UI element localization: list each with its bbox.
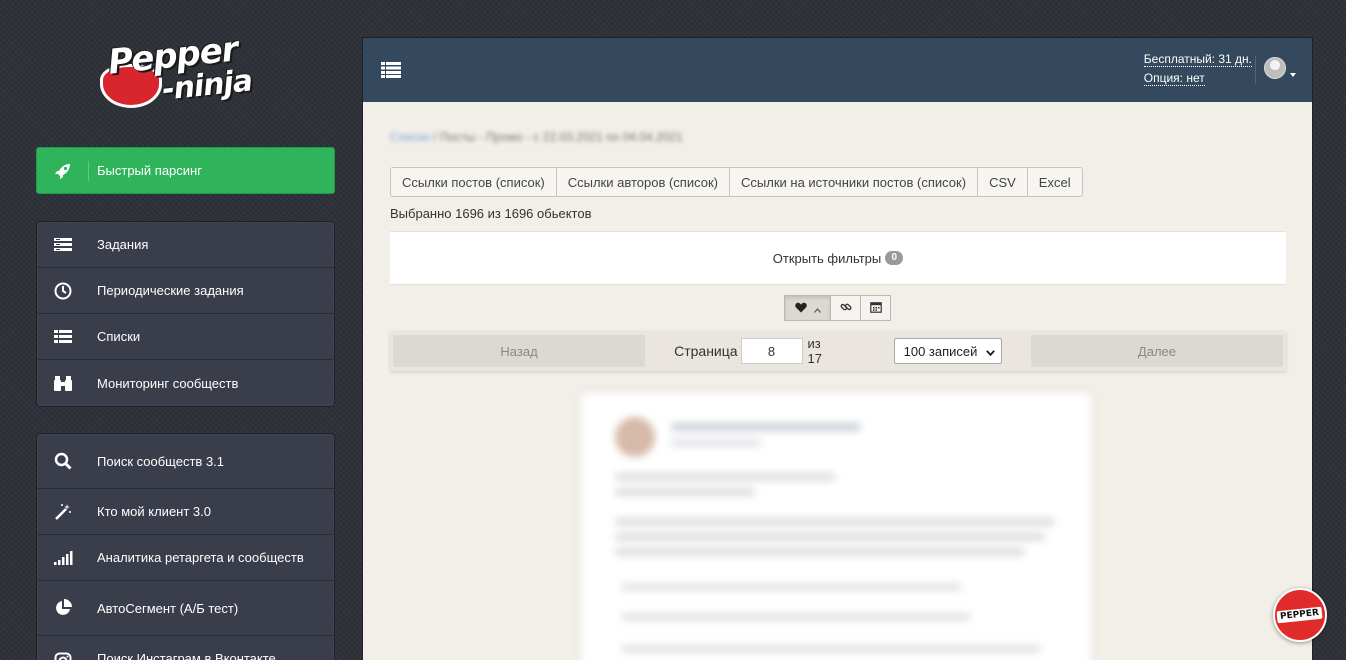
sidebar-item-periodic-tasks[interactable]: Периодические задания (37, 268, 334, 314)
post-line (615, 473, 835, 481)
next-page-button[interactable]: Далее (1030, 335, 1284, 367)
post-line (615, 518, 1055, 526)
sidebar-item-label: Списки (97, 329, 141, 344)
rocket-icon (37, 160, 89, 181)
post-line (615, 548, 1025, 556)
page-size-value: 100 записей (903, 343, 978, 359)
plan-info: Бесплатный: 31 дн. Опция: нет (1143, 50, 1252, 88)
sidebar-item-community-search[interactable]: Поиск сообществ 3.1 (37, 434, 334, 489)
sidebar-item-label: Мониторинг сообществ (97, 375, 239, 391)
breadcrumb-link[interactable]: Списки (390, 130, 430, 144)
list-icon (37, 327, 89, 347)
post-line (671, 423, 861, 431)
caret-down-icon[interactable] (1290, 73, 1296, 77)
sidebar-group-tools: Поиск сообществ 3.1 Кто мой клиент 3.0 А… (36, 433, 335, 660)
sidebar-item-label: АвтоСегмент (А/Б тест) (97, 600, 239, 616)
menu-toggle-icon[interactable] (381, 62, 401, 81)
tasks-icon (37, 235, 89, 255)
binoculars-icon (37, 373, 89, 393)
export-csv-button[interactable]: CSV (978, 168, 1028, 196)
post-line (621, 613, 971, 621)
export-author-links-button[interactable]: Ссылки авторов (список) (557, 168, 731, 196)
sidebar-item-who-is-my-client[interactable]: Кто мой клиент 3.0 (37, 489, 334, 535)
filter-count-badge: 0 (885, 251, 904, 265)
chevron-down-icon (986, 344, 995, 359)
heart-icon (794, 301, 807, 316)
export-source-links-button[interactable]: Ссылки на источники постов (список) (730, 168, 979, 196)
page-total: из 17 (807, 336, 823, 366)
post-line (621, 583, 961, 591)
breadcrumb-current: / Посты - Промо - с 22.03.2021 по 04.04.… (429, 130, 683, 144)
quick-parsing-label: Быстрый парсинг (97, 163, 202, 178)
sidebar-item-label: Периодические задания (97, 283, 244, 298)
pepper-chat-badge[interactable]: PEPPER (1273, 588, 1327, 642)
pepper-ninja-logo[interactable]: Pepper -ninja (100, 29, 275, 114)
sidebar-item-label: Кто мой клиент 3.0 (97, 504, 211, 519)
export-excel-button[interactable]: Excel (1028, 168, 1082, 196)
clock-icon (37, 281, 89, 301)
main-panel: Бесплатный: 31 дн. Опция: нет Списки / П… (362, 37, 1313, 660)
sidebar-item-community-monitoring[interactable]: Мониторинг сообществ (37, 360, 334, 406)
export-button-group: Ссылки постов (список) Ссылки авторов (с… (390, 167, 1083, 197)
post-line (615, 488, 755, 496)
sidebar-item-label: Поиск сообществ 3.1 (97, 453, 225, 469)
sidebar-group-tasks: Задания Периодические задания Списки Мон… (36, 221, 335, 407)
sort-by-link-button[interactable] (830, 295, 861, 321)
sidebar-item-label: Поиск Инстаграм в Вконтакте (97, 651, 276, 660)
breadcrumb: Списки / Посты - Промо - с 22.03.2021 по… (390, 130, 683, 144)
option-link[interactable]: Опция: нет (1143, 71, 1205, 86)
sidebar-item-label: Аналитика ретаргета и сообществ (97, 550, 304, 565)
divider (1255, 56, 1256, 84)
search-icon (37, 451, 89, 471)
instagram-icon (37, 651, 89, 660)
export-post-links-button[interactable]: Ссылки постов (список) (391, 168, 557, 196)
calendar-icon (869, 301, 882, 316)
quick-parsing-button[interactable]: Быстрый парсинг (36, 147, 335, 194)
sidebar-item-label: Задания (97, 237, 149, 252)
page-label: Страница (674, 343, 738, 359)
sidebar-item-tasks[interactable]: Задания (37, 222, 334, 268)
sort-button-group (784, 295, 891, 321)
avatar[interactable] (1264, 57, 1286, 79)
open-filters-label: Открыть фильтры (772, 250, 882, 266)
sidebar-item-autosegment[interactable]: АвтоСегмент (А/Б тест) (37, 581, 334, 636)
chevron-up-icon (813, 301, 821, 316)
prev-page-button[interactable]: Назад (393, 335, 646, 367)
pie-chart-icon (37, 598, 89, 618)
pagination-bar: Назад Страница из 17 100 записей Далее (390, 331, 1286, 371)
selection-count: Выбранно 1696 из 1696 обьектов (390, 206, 592, 221)
sidebar-item-instagram-search[interactable]: Поиск Инстаграм в Вконтакте (37, 636, 334, 660)
post-line (615, 533, 1045, 541)
sidebar-item-lists[interactable]: Списки (37, 314, 334, 360)
open-filters-button[interactable]: Открыть фильтры 0 (390, 231, 1286, 285)
post-card-blurred (581, 393, 1091, 660)
top-bar: Бесплатный: 31 дн. Опция: нет (363, 38, 1312, 102)
link-icon (840, 301, 852, 316)
post-avatar (615, 417, 655, 457)
magic-wand-icon (37, 502, 89, 522)
sort-by-date-button[interactable] (860, 295, 891, 321)
sort-by-likes-button[interactable] (784, 295, 831, 321)
page-number-input[interactable] (740, 338, 803, 364)
page-size-select[interactable]: 100 записей (893, 338, 1002, 364)
post-line (671, 439, 761, 447)
signal-icon (37, 548, 89, 568)
post-line (621, 645, 1041, 653)
pepper-badge-text: PEPPER (1276, 606, 1324, 624)
sidebar-item-retarget-analytics[interactable]: Аналитика ретаргета и сообществ (37, 535, 334, 581)
plan-link[interactable]: Бесплатный: 31 дн. (1143, 52, 1252, 67)
